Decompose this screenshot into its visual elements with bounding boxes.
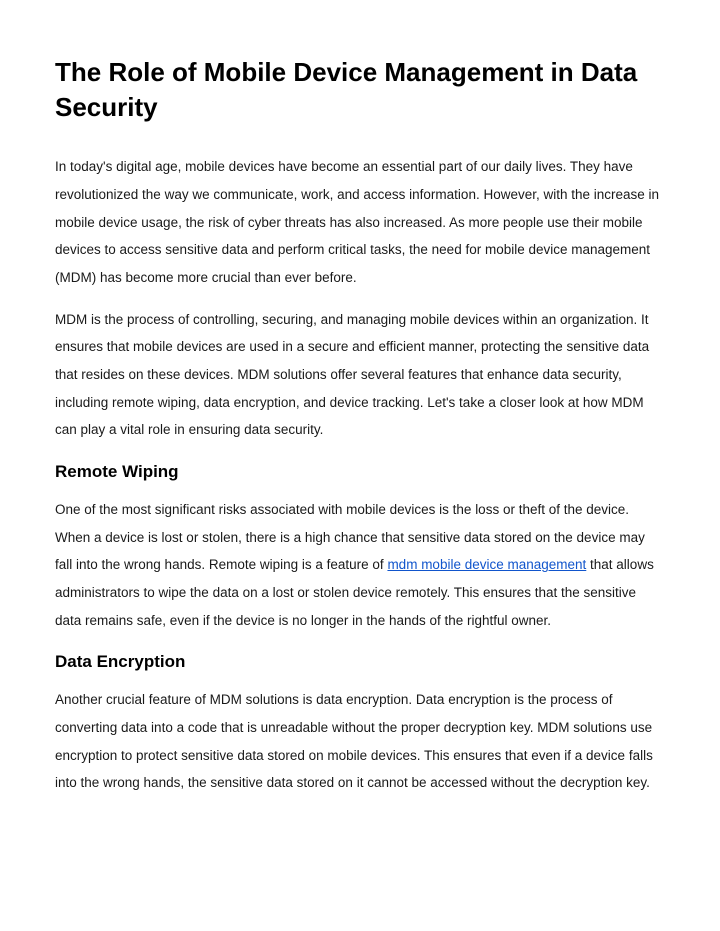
intro-paragraph-2: MDM is the process of controlling, secur… <box>55 306 665 444</box>
section-heading-remote-wiping: Remote Wiping <box>55 462 665 482</box>
intro-paragraph-1: In today's digital age, mobile devices h… <box>55 153 665 291</box>
page-title: The Role of Mobile Device Management in … <box>55 55 665 125</box>
section-text-remote-wiping: One of the most significant risks associ… <box>55 496 665 634</box>
section-heading-data-encryption: Data Encryption <box>55 652 665 672</box>
mdm-link[interactable]: mdm mobile device management <box>387 557 586 572</box>
section-text-data-encryption: Another crucial feature of MDM solutions… <box>55 686 665 797</box>
